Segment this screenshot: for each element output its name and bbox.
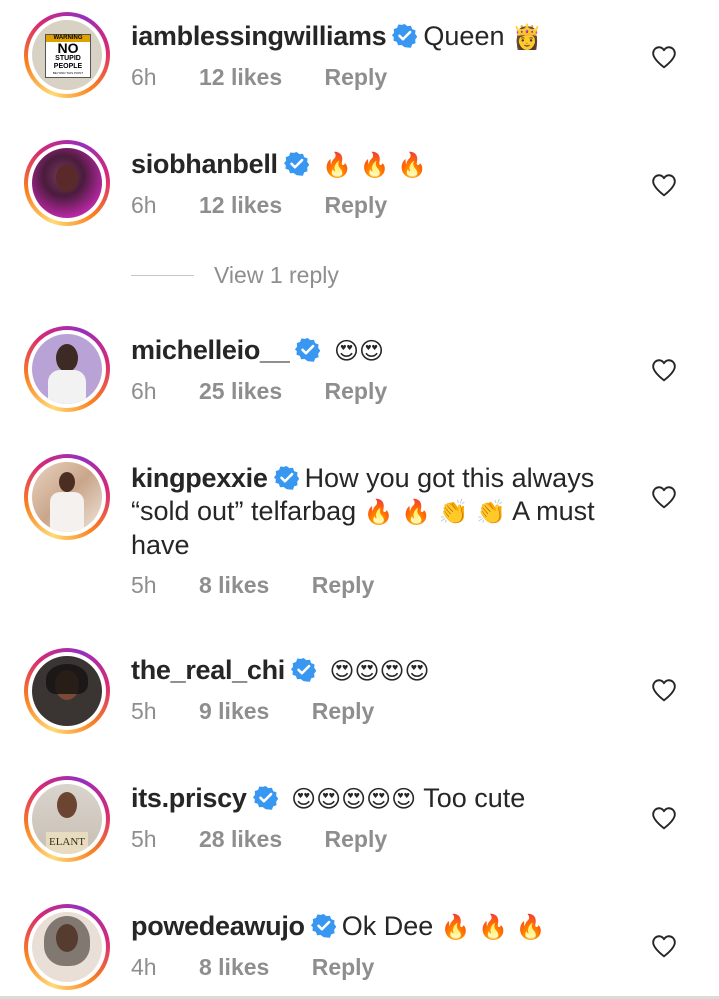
comment-time: 6h bbox=[131, 64, 157, 90]
comment-emoji: 😍😍😍😍 bbox=[329, 657, 430, 685]
comment-username[interactable]: siobhanbell bbox=[131, 149, 278, 179]
story-ring[interactable] bbox=[24, 454, 110, 540]
comment-text: Queen bbox=[423, 21, 505, 51]
heart-outline-icon[interactable] bbox=[651, 678, 677, 702]
reply-button[interactable]: Reply bbox=[312, 698, 375, 725]
comment-likes[interactable]: 12 likes bbox=[199, 192, 282, 219]
comment-likes[interactable]: 8 likes bbox=[199, 954, 269, 981]
heart-outline-icon[interactable] bbox=[651, 173, 677, 197]
reply-button[interactable]: Reply bbox=[325, 378, 388, 405]
avatar[interactable] bbox=[32, 462, 102, 532]
avatar[interactable]: ELANT bbox=[32, 784, 102, 854]
comment-emoji: 🔥 🔥 🔥 bbox=[440, 913, 546, 941]
story-ring[interactable] bbox=[24, 648, 110, 734]
comment-time: 5h bbox=[131, 572, 157, 598]
verified-badge-icon bbox=[253, 785, 278, 810]
comment-time: 5h bbox=[131, 698, 157, 724]
avatar[interactable] bbox=[32, 656, 102, 726]
comment-text-tail: A must bbox=[512, 496, 595, 526]
verified-badge-icon bbox=[311, 913, 336, 938]
comment-time: 6h bbox=[131, 378, 157, 404]
view-replies-label[interactable]: View 1 reply bbox=[214, 262, 339, 289]
verified-badge-icon bbox=[291, 657, 316, 682]
comment-time: 6h bbox=[131, 192, 157, 218]
comment-likes[interactable]: 8 likes bbox=[199, 572, 269, 599]
comment-time: 5h bbox=[131, 826, 157, 852]
reply-button[interactable]: Reply bbox=[312, 954, 375, 981]
story-ring[interactable]: ELANT bbox=[24, 776, 110, 862]
comment-text: How you got this always bbox=[304, 463, 595, 493]
sign-people-label: PEOPLE bbox=[53, 63, 83, 70]
verified-badge-icon bbox=[392, 23, 417, 48]
comment-username[interactable]: michelleio__ bbox=[131, 335, 290, 365]
comment-text-line2: “sold out” telfarbag bbox=[131, 496, 357, 526]
verified-badge-icon bbox=[274, 465, 299, 490]
comment-likes[interactable]: 12 likes bbox=[199, 64, 282, 91]
comment-username[interactable]: kingpexxie bbox=[131, 463, 268, 493]
sign-beyond-label: BEYOND THIS POINT bbox=[52, 71, 84, 75]
heart-outline-icon[interactable] bbox=[651, 485, 677, 509]
story-ring[interactable]: WARNING NO STUPID PEOPLE BEYOND THIS POI… bbox=[24, 12, 110, 98]
reply-button[interactable]: Reply bbox=[312, 572, 375, 599]
sign-stupid-label: STUPID bbox=[55, 55, 81, 62]
comment-emoji: 🔥 🔥 👏 👏 bbox=[363, 498, 507, 526]
heart-outline-icon[interactable] bbox=[651, 358, 677, 382]
avatar[interactable]: WARNING NO STUPID PEOPLE BEYOND THIS POI… bbox=[32, 20, 102, 90]
story-ring[interactable] bbox=[24, 140, 110, 226]
comment-text-line3: have bbox=[131, 530, 190, 560]
comment-likes[interactable]: 9 likes bbox=[199, 698, 269, 725]
reply-button[interactable]: Reply bbox=[325, 192, 388, 219]
divider bbox=[131, 275, 194, 276]
avatar[interactable] bbox=[32, 148, 102, 218]
comment-emoji: 😍😍😍😍😍 bbox=[291, 785, 417, 813]
comment-likes[interactable]: 25 likes bbox=[199, 378, 282, 405]
avatar[interactable] bbox=[32, 912, 102, 982]
heart-outline-icon[interactable] bbox=[651, 934, 677, 958]
comment-text: Ok Dee bbox=[341, 911, 434, 941]
comment-emoji: 😍😍 bbox=[334, 337, 385, 365]
comment-text-tail: Too cute bbox=[423, 783, 526, 813]
shirt-text: ELANT bbox=[48, 836, 86, 848]
comment-username[interactable]: its.priscy bbox=[131, 783, 247, 813]
verified-badge-icon bbox=[284, 151, 309, 176]
comment-emoji: 👸 bbox=[512, 23, 542, 51]
reply-button[interactable]: Reply bbox=[325, 826, 388, 853]
comment-emoji: 🔥 🔥 🔥 bbox=[322, 151, 428, 179]
reply-button[interactable]: Reply bbox=[325, 64, 388, 91]
comment-username[interactable]: the_real_chi bbox=[131, 655, 285, 685]
verified-badge-icon bbox=[295, 337, 320, 362]
comment-time: 4h bbox=[131, 954, 157, 980]
story-ring[interactable] bbox=[24, 904, 110, 990]
heart-outline-icon[interactable] bbox=[651, 45, 677, 69]
avatar[interactable] bbox=[32, 334, 102, 404]
comment-username[interactable]: powedeawujo bbox=[131, 911, 305, 941]
comment-username[interactable]: iamblessingwilliams bbox=[131, 21, 387, 51]
sign-no-label: NO bbox=[57, 40, 79, 56]
heart-outline-icon[interactable] bbox=[651, 806, 677, 830]
story-ring[interactable] bbox=[24, 326, 110, 412]
comment-likes[interactable]: 28 likes bbox=[199, 826, 282, 853]
